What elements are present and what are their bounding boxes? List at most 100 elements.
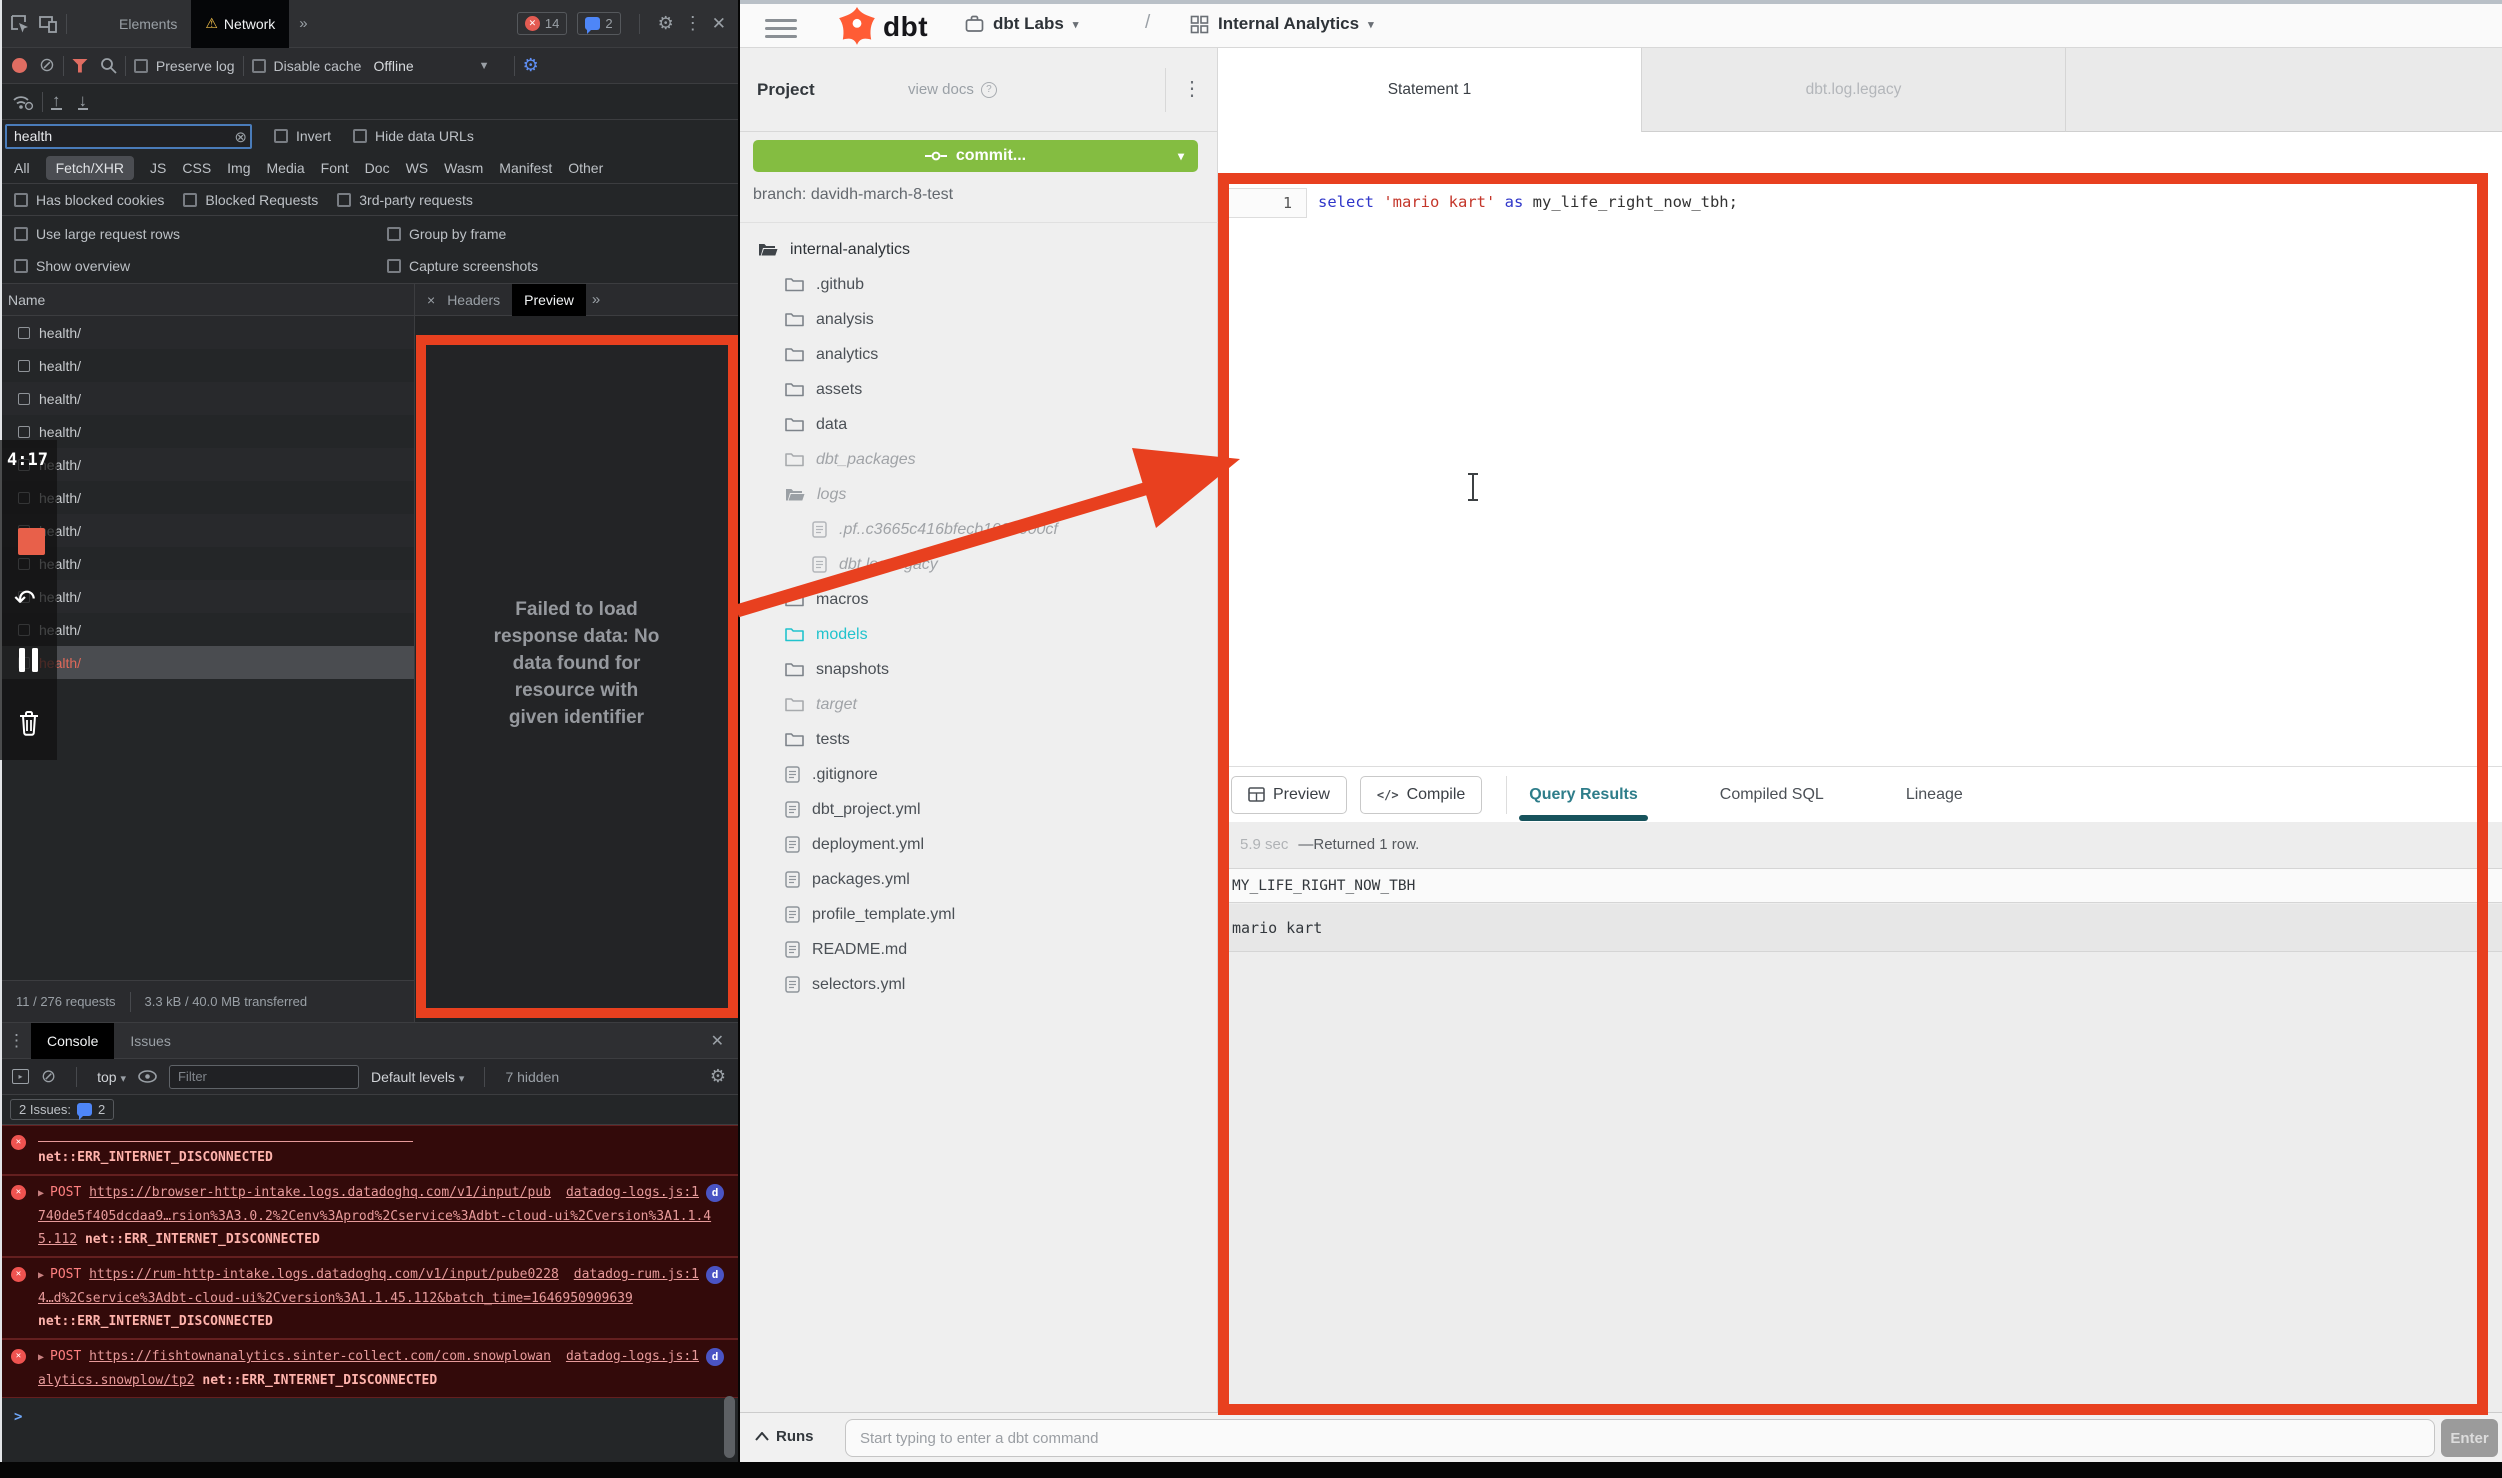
undo-icon[interactable]: ↶ (14, 584, 36, 615)
tree-item-analysis[interactable]: analysis (740, 302, 1216, 337)
request-row[interactable]: health/ (0, 613, 414, 646)
dbt-command-input[interactable] (845, 1419, 2435, 1457)
tab-issues[interactable]: Issues (114, 1023, 186, 1059)
more-details-tabs-icon[interactable]: » (592, 291, 600, 308)
checkbox[interactable] (387, 227, 401, 241)
checkbox[interactable] (337, 193, 351, 207)
request-url-link[interactable]: https://rum-http-intake.logs.datadoghq.c… (38, 1267, 633, 1306)
request-type-chip-all[interactable]: All (14, 160, 30, 176)
checkbox-3rd-party-requests[interactable]: 3rd-party requests (337, 192, 473, 208)
request-type-chip-font[interactable]: Font (321, 160, 349, 176)
request-row[interactable]: health/ (0, 316, 414, 349)
tree-item-readme-md[interactable]: README.md (740, 932, 1216, 967)
checkbox[interactable] (387, 259, 401, 273)
eye-icon[interactable] (138, 1070, 157, 1083)
request-row[interactable]: health/ (0, 415, 414, 448)
console-sidebar-icon[interactable]: ▸ (12, 1069, 29, 1084)
tab-statement-1[interactable]: Statement 1 (1218, 48, 1642, 132)
request-row[interactable]: health/ (0, 547, 414, 580)
search-icon[interactable] (100, 57, 117, 74)
request-row[interactable]: health/ (0, 580, 414, 613)
tab-dbt-log-legacy[interactable]: dbt.log.legacy (1642, 48, 2066, 132)
throttling-select[interactable]: Offline (373, 58, 413, 74)
expand-triangle-icon[interactable]: ▶ (38, 1270, 44, 1281)
checkbox[interactable] (134, 59, 148, 73)
runs-toggle[interactable]: Runs (755, 1428, 814, 1445)
tree-item-models[interactable]: models (740, 617, 1216, 652)
request-type-chip-other[interactable]: Other (568, 160, 603, 176)
settings-gear-icon[interactable]: ⚙ (658, 13, 674, 34)
project-kebab-icon[interactable]: ⋮ (1182, 76, 1202, 101)
request-row[interactable]: health/ (0, 514, 414, 547)
request-type-chip-img[interactable]: Img (227, 160, 250, 176)
dbt-logo[interactable]: dbt (836, 6, 928, 48)
tree-item-data[interactable]: data (740, 407, 1216, 442)
checkbox[interactable] (252, 59, 266, 73)
checkbox-show-overview[interactable]: Show overview (14, 258, 130, 274)
kebab-menu-icon[interactable]: ⋮ (684, 13, 702, 34)
request-type-chip-css[interactable]: CSS (182, 160, 211, 176)
request-type-chip-js[interactable]: JS (150, 160, 166, 176)
import-har-icon[interactable]: ↑ (51, 93, 62, 110)
view-docs-link[interactable]: view docs? (908, 81, 997, 98)
checkbox[interactable] (14, 259, 28, 273)
commit-dropdown-icon[interactable]: ▾ (1178, 149, 1184, 163)
tree-item-packages-yml[interactable]: packages.yml (740, 862, 1216, 897)
tree-item-snapshots[interactable]: snapshots (740, 652, 1216, 687)
checkbox-capture-screenshots[interactable]: Capture screenshots (387, 258, 538, 274)
drawer-kebab-icon[interactable]: ⋮ (8, 1031, 25, 1051)
checkbox-blocked-requests[interactable]: Blocked Requests (183, 192, 318, 208)
clear-filter-icon[interactable]: ⊗ (234, 128, 247, 146)
tree-item-deployment-yml[interactable]: deployment.yml (740, 827, 1216, 862)
checkbox-group-by-frame[interactable]: Group by frame (387, 226, 506, 242)
request-type-chip-manifest[interactable]: Manifest (499, 160, 552, 176)
tree-item-selectors-yml[interactable]: selectors.yml (740, 967, 1216, 1002)
tab-preview[interactable]: Preview (512, 284, 586, 316)
hide-data-urls-checkbox[interactable]: Hide data URLs (353, 128, 474, 144)
issues-counter[interactable]: 2 Issues: 2 (10, 1099, 114, 1120)
tab-console[interactable]: Console (31, 1023, 114, 1059)
inspect-icon[interactable] (10, 14, 30, 34)
request-type-chip-fetch-xhr[interactable]: Fetch/XHR (46, 156, 134, 180)
export-har-icon[interactable]: ↓ (78, 93, 89, 110)
close-drawer-icon[interactable]: ✕ (711, 1031, 724, 1051)
tree-item-gitignore[interactable]: .gitignore (740, 757, 1216, 792)
console-scrollbar[interactable] (724, 1396, 735, 1458)
draw-color-swatch[interactable] (18, 528, 45, 555)
tab-headers[interactable]: Headers (435, 284, 512, 316)
tree-item-github[interactable]: .github (740, 267, 1216, 302)
filter-funnel-icon[interactable] (72, 59, 88, 73)
project-switcher[interactable]: Internal Analytics ▾ (1190, 4, 1374, 44)
tree-item-target[interactable]: target (740, 687, 1216, 722)
console-source-link[interactable]: datadog-logs.js:1 (566, 1181, 699, 1204)
request-type-chip-media[interactable]: Media (267, 160, 305, 176)
console-source-link[interactable]: datadog-logs.js:1 (566, 1345, 699, 1368)
context-selector[interactable]: top ▾ (97, 1069, 126, 1085)
pause-icon[interactable] (19, 648, 38, 672)
issues-count-badge[interactable]: 2 (577, 12, 620, 35)
request-row[interactable]: health/ (0, 349, 414, 382)
expand-triangle-icon[interactable]: ▶ (38, 1352, 44, 1363)
request-row[interactable]: health/ (0, 646, 414, 679)
checkbox[interactable] (14, 193, 28, 207)
tree-item-assets[interactable]: assets (740, 372, 1216, 407)
record-icon[interactable] (12, 58, 27, 73)
tree-item-analytics[interactable]: analytics (740, 337, 1216, 372)
tree-item-profile-template-yml[interactable]: profile_template.yml (740, 897, 1216, 932)
throttling-dropdown-icon[interactable]: ▼ (479, 60, 490, 72)
log-levels-select[interactable]: Default levels ▾ (371, 1069, 464, 1085)
trash-icon[interactable] (15, 708, 43, 743)
tree-item-pf-c3665c416bfecb1000000cf[interactable]: .pf..c3665c416bfecb1000000cf (740, 512, 1216, 547)
expand-triangle-icon[interactable]: ▶ (38, 1188, 44, 1199)
tab-network[interactable]: ⚠Network (191, 0, 289, 48)
request-row[interactable]: health/ (0, 448, 414, 481)
request-row[interactable]: health/ (0, 382, 414, 415)
tree-item-tests[interactable]: tests (740, 722, 1216, 757)
enter-button[interactable]: Enter (2441, 1419, 2498, 1457)
tab-elements[interactable]: Elements (105, 0, 191, 48)
checkbox[interactable] (353, 129, 367, 143)
network-settings-gear-icon[interactable]: ⚙ (523, 55, 539, 76)
close-devtools-icon[interactable]: ✕ (712, 14, 726, 34)
request-row[interactable]: health/ (0, 481, 414, 514)
hamburger-menu-icon[interactable] (765, 14, 797, 43)
